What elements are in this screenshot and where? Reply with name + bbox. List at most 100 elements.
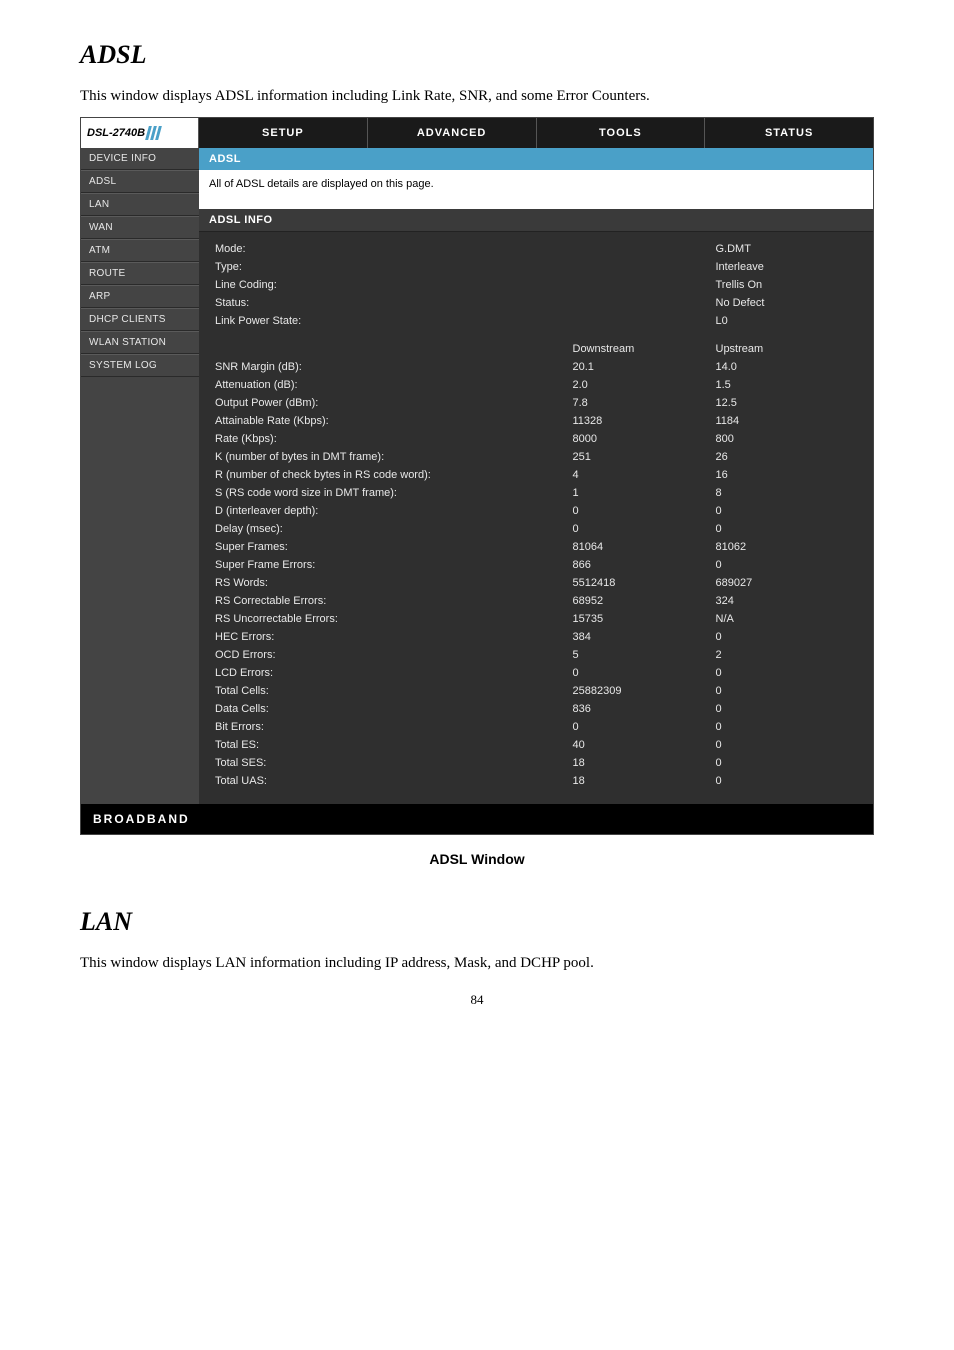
stat-upstream: 14.0 — [712, 358, 862, 376]
stat-row: Attenuation (dB):2.01.5 — [211, 376, 861, 394]
col-downstream: Downstream — [569, 340, 712, 358]
stat-row: Output Power (dBm):7.812.5 — [211, 394, 861, 412]
stat-downstream: 0 — [569, 502, 712, 520]
tab-advanced[interactable]: ADVANCED — [368, 118, 537, 148]
adsl-info-table: Mode:G.DMTType: Interleave Line Coding: Tre… — [211, 240, 861, 790]
stat-upstream: 1184 — [712, 412, 862, 430]
brand-label: DSL-2740B — [87, 127, 145, 139]
stat-label: Total SES: — [211, 754, 569, 772]
tabs: SETUP ADVANCED TOOLS STATUS — [199, 118, 873, 148]
stat-label: Super Frame Errors: — [211, 556, 569, 574]
stat-downstream: 40 — [569, 736, 712, 754]
stat-upstream: 0 — [712, 682, 862, 700]
sidebar-item-arp[interactable]: ARP — [81, 285, 199, 308]
stat-label: RS Words: — [211, 574, 569, 592]
info-row: Mode:G.DMT — [211, 240, 861, 258]
lan-intro: This window displays LAN information inc… — [80, 955, 874, 972]
stat-row: Super Frames:8106481062 — [211, 538, 861, 556]
sidebar: DEVICE INFO ADSL LAN WAN ATM ROUTE ARP D… — [81, 148, 199, 804]
stat-label: LCD Errors: — [211, 664, 569, 682]
col-upstream: Upstream — [712, 340, 862, 358]
stat-label: OCD Errors: — [211, 646, 569, 664]
stat-upstream: 0 — [712, 700, 862, 718]
stat-label: Attainable Rate (Kbps): — [211, 412, 569, 430]
info-label: Status: — [211, 294, 569, 312]
stat-downstream: 8000 — [569, 430, 712, 448]
adsl-intro: This window displays ADSL information in… — [80, 88, 874, 105]
lan-heading: LAN — [80, 907, 874, 937]
stat-row: Super Frame Errors:8660 — [211, 556, 861, 574]
stat-upstream: 324 — [712, 592, 862, 610]
stat-row: Total ES:400 — [211, 736, 861, 754]
stat-upstream: 1.5 — [712, 376, 862, 394]
stat-label: R (number of check bytes in RS code word… — [211, 466, 569, 484]
stat-label: Output Power (dBm): — [211, 394, 569, 412]
sidebar-item-wlan-station[interactable]: WLAN STATION — [81, 331, 199, 354]
stat-upstream: 0 — [712, 520, 862, 538]
stat-row: S (RS code word size in DMT frame):18 — [211, 484, 861, 502]
stat-upstream: 16 — [712, 466, 862, 484]
sidebar-item-dhcp-clients[interactable]: DHCP CLIENTS — [81, 308, 199, 331]
stat-upstream: 8 — [712, 484, 862, 502]
info-label: Link Power State: — [211, 312, 569, 330]
stat-row: SNR Margin (dB):20.114.0 — [211, 358, 861, 376]
stat-upstream: 0 — [712, 664, 862, 682]
stat-downstream: 4 — [569, 466, 712, 484]
page-number: 84 — [80, 992, 874, 1008]
stat-row: HEC Errors:3840 — [211, 628, 861, 646]
stat-downstream: 68952 — [569, 592, 712, 610]
stat-downstream: 5512418 — [569, 574, 712, 592]
stat-row: R (number of check bytes in RS code word… — [211, 466, 861, 484]
sidebar-item-adsl[interactable]: ADSL — [81, 170, 199, 193]
stat-downstream: 384 — [569, 628, 712, 646]
stat-downstream: 251 — [569, 448, 712, 466]
column-headers: Downstream Upstream — [211, 340, 861, 358]
info-value: Trellis On — [712, 276, 862, 294]
sidebar-item-system-log[interactable]: SYSTEM LOG — [81, 354, 199, 377]
stat-upstream: 800 — [712, 430, 862, 448]
sidebar-item-wan[interactable]: WAN — [81, 216, 199, 239]
stat-downstream: 25882309 — [569, 682, 712, 700]
stat-label: Total Cells: — [211, 682, 569, 700]
info-row: Line Coding: Trellis On — [211, 276, 861, 294]
info-row: Type: Interleave — [211, 258, 861, 276]
panel-title: ADSL — [199, 148, 873, 170]
stat-row: Data Cells:8360 — [211, 700, 861, 718]
router-ui: DSL-2740B SETUP ADVANCED TOOLS STATUS DE… — [80, 117, 874, 835]
info-label: Type: — [211, 258, 569, 276]
stat-downstream: 15735 — [569, 610, 712, 628]
stat-downstream: 18 — [569, 754, 712, 772]
stat-downstream: 0 — [569, 520, 712, 538]
stat-row: RS Uncorrectable Errors:15735N/A — [211, 610, 861, 628]
stat-label: D (interleaver depth): — [211, 502, 569, 520]
stat-upstream: 26 — [712, 448, 862, 466]
info-label: Line Coding: — [211, 276, 569, 294]
stat-row: Total Cells:258823090 — [211, 682, 861, 700]
info-row: Status: No Defect — [211, 294, 861, 312]
brand-stripes-icon — [147, 126, 160, 140]
stat-label: Rate (Kbps): — [211, 430, 569, 448]
sidebar-item-lan[interactable]: LAN — [81, 193, 199, 216]
stat-downstream: 866 — [569, 556, 712, 574]
stat-row: RS Words:5512418689027 — [211, 574, 861, 592]
stat-downstream: 0 — [569, 718, 712, 736]
stat-row: K (number of bytes in DMT frame):25126 — [211, 448, 861, 466]
stat-row: Bit Errors:00 — [211, 718, 861, 736]
sidebar-item-device-info[interactable]: DEVICE INFO — [81, 148, 199, 170]
stat-row: D (interleaver depth):00 — [211, 502, 861, 520]
footer: BROADBAND — [81, 804, 873, 834]
info-value: Interleave — [712, 258, 862, 276]
stat-label: RS Uncorrectable Errors: — [211, 610, 569, 628]
sidebar-item-route[interactable]: ROUTE — [81, 262, 199, 285]
stat-upstream: 2 — [712, 646, 862, 664]
tab-setup[interactable]: SETUP — [199, 118, 368, 148]
tab-status[interactable]: STATUS — [705, 118, 873, 148]
info-value: No Defect — [712, 294, 862, 312]
stat-row: LCD Errors:00 — [211, 664, 861, 682]
stat-row: Delay (msec):00 — [211, 520, 861, 538]
stat-label: S (RS code word size in DMT frame): — [211, 484, 569, 502]
sidebar-item-atm[interactable]: ATM — [81, 239, 199, 262]
tab-tools[interactable]: TOOLS — [537, 118, 706, 148]
stat-label: RS Correctable Errors: — [211, 592, 569, 610]
stat-downstream: 7.8 — [569, 394, 712, 412]
